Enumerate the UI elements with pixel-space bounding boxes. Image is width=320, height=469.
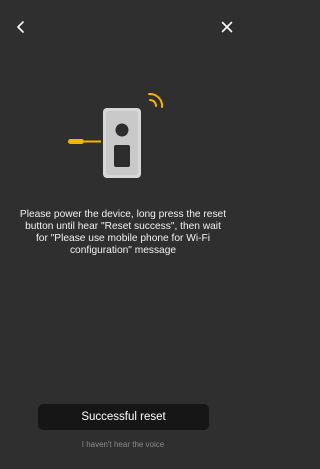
no-voice-link[interactable]: I haven't hear the voice — [0, 440, 246, 449]
back-button[interactable] — [10, 16, 32, 38]
reset-illustration — [68, 92, 164, 178]
sound-wave-icon — [148, 92, 164, 108]
successful-reset-button[interactable]: Successful reset — [38, 404, 209, 430]
close-icon — [221, 21, 233, 33]
chevron-left-icon — [17, 21, 24, 33]
instruction-text: Please power the device, long press the … — [19, 209, 227, 256]
reset-pin-icon — [68, 139, 101, 144]
close-button[interactable] — [216, 16, 238, 38]
reset-device-screen: Please power the device, long press the … — [0, 0, 246, 469]
doorbell-device-icon — [103, 108, 141, 178]
